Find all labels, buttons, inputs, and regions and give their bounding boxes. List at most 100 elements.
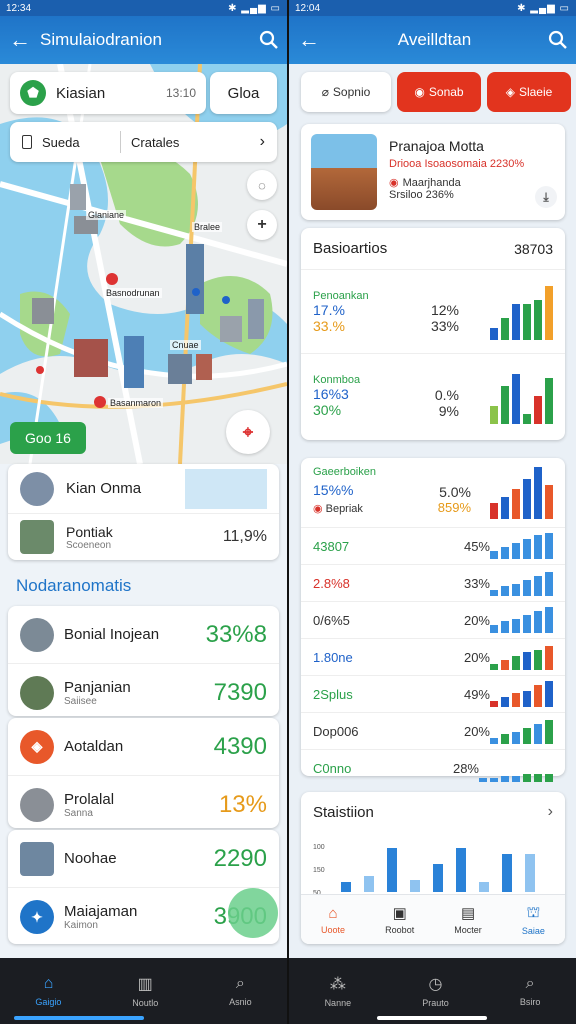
- glob-button[interactable]: Gloa: [210, 72, 277, 114]
- item-thumbnail: [20, 841, 54, 876]
- tab-search[interactable]: ⌕ Bsiro: [520, 975, 541, 1007]
- place-thumbnail: [20, 471, 54, 506]
- item-sub: Saiisee: [64, 696, 97, 707]
- filter-bar[interactable]: Sueda Cratales ›: [10, 122, 277, 162]
- metric-row[interactable]: Dop006 20%: [301, 713, 565, 750]
- tab-label: Nanne: [324, 998, 352, 1008]
- secondary-button[interactable]: ◈ Slaeie: [487, 72, 571, 112]
- card-title: Staistiion: [313, 803, 374, 821]
- compass-icon[interactable]: ◌: [247, 170, 277, 200]
- home-indicator: [377, 1016, 487, 1020]
- list-item[interactable]: ◈ Aotaldan 4390: [8, 718, 279, 776]
- record-icon: ◉: [414, 85, 425, 99]
- breakdown-head[interactable]: Gaeerboiken 15%% ◉ Bepriak 5.0% 859%: [301, 458, 565, 528]
- tab-chart[interactable]: ▥ Noutlo: [132, 974, 158, 1008]
- mini-bar-chart: [490, 368, 553, 424]
- mini-tab[interactable]: ⛫ Saiae: [522, 904, 545, 936]
- primary-button[interactable]: ◉ Sonab: [397, 72, 481, 112]
- mini-tab[interactable]: ⌂ Uoote: [321, 905, 345, 935]
- list-item[interactable]: Noohae 2290: [8, 830, 279, 888]
- metric-row[interactable]: 2.8%8 33%: [301, 565, 565, 602]
- stat-row[interactable]: Konmboa 16%3 30% 0.% 9%: [301, 354, 565, 438]
- mini-bar-chart: [490, 681, 553, 707]
- filter-right: Cratales: [131, 134, 180, 150]
- metric-label: 2Splus: [313, 686, 353, 702]
- metric-row[interactable]: C0nno 28%: [301, 750, 565, 787]
- locate-icon[interactable]: ⌖: [226, 410, 270, 454]
- item-value: 2290: [213, 844, 267, 872]
- metric-row[interactable]: 0/6%5 20%: [301, 602, 565, 639]
- right-pane: 12:04 ✱ ▂▄▆ ▭ ← Aveilldtan ⌀ Sopnio ◉ Sona…: [289, 0, 576, 1024]
- metric-row[interactable]: 1.80ne 20%: [301, 639, 565, 676]
- tab-home[interactable]: ⌂ Gaigio: [35, 975, 61, 1007]
- place-row[interactable]: Kian Onma: [8, 464, 279, 514]
- list-item[interactable]: Panjanian Saiisee 7390: [8, 664, 279, 722]
- breakdown-card: Gaeerboiken 15%% ◉ Bepriak 5.0% 859% 4380…: [301, 458, 565, 782]
- stats-card: Basioartios 38703 Penoankan 17.% 33.% 12…: [301, 228, 565, 440]
- home-icon: ⌂: [328, 904, 338, 922]
- option-button[interactable]: ⌀ Sopnio: [301, 72, 391, 112]
- location-time: 13:10: [165, 86, 196, 100]
- mini-bar-chart: [490, 570, 553, 596]
- list-item[interactable]: Bonial Inojean 33%8: [8, 606, 279, 664]
- tab-search[interactable]: ⌕ Asnio: [229, 975, 252, 1007]
- briefcase-icon: ▣: [392, 905, 407, 922]
- metric-row[interactable]: 2Splus 49%: [301, 676, 565, 713]
- card-value: 38703: [514, 240, 553, 257]
- tab-label: Saiae: [521, 925, 545, 936]
- mini-tab[interactable]: ▣ Roobot: [385, 904, 414, 935]
- go-button[interactable]: Goo 16: [10, 422, 86, 454]
- chevron-right-icon[interactable]: ›: [260, 133, 265, 151]
- back-arrow-icon[interactable]: ←: [289, 27, 329, 53]
- divider: [120, 131, 121, 153]
- chevron-right-icon[interactable]: ›: [548, 803, 553, 821]
- mini-bar-chart: [490, 718, 553, 744]
- page-title: Aveilldtan: [397, 30, 472, 49]
- place-thumbnail: [20, 520, 54, 554]
- mini-bar-chart: [479, 756, 553, 782]
- tab-people[interactable]: ⁂ Nanne: [325, 974, 352, 1008]
- poi-card[interactable]: Pranajoa Motta Driooa Isoaosomaia 2230% …: [301, 124, 565, 220]
- place-name: Kian Onma: [66, 480, 142, 497]
- status-icons: ✱ ▂▄▆ ▭: [517, 2, 570, 14]
- fab-button[interactable]: [228, 888, 278, 938]
- item-name: Prolalal: [64, 791, 115, 808]
- people-icon: ⁂: [329, 976, 346, 993]
- poi-image: [311, 134, 377, 210]
- zoom-in-icon[interactable]: +: [247, 210, 277, 240]
- item-thumbnail: [20, 788, 54, 822]
- head-pct: 5.0%: [439, 484, 471, 500]
- tab-clock[interactable]: ◷ Prauto: [422, 974, 449, 1008]
- list-item[interactable]: Prolalal Sanna 13%: [8, 776, 279, 834]
- tab-label: Prauto: [422, 998, 449, 1008]
- place-value: 11,9%: [222, 528, 267, 545]
- clock-icon: ◷: [428, 976, 443, 993]
- search-icon[interactable]: [540, 30, 576, 50]
- item-sub: Kaimon: [64, 920, 98, 931]
- stat-value: 9%: [438, 402, 459, 419]
- item-name: Panjanian: [64, 679, 131, 696]
- stat-label: Konmboa: [313, 374, 361, 386]
- download-icon[interactable]: ⤓: [535, 186, 557, 208]
- action-buttons: ⌀ Sopnio ◉ Sonab ◈ Slaeie: [301, 72, 571, 112]
- map-view[interactable]: ⬟ Kiasian 13:10 Gloa Sueda Cratales › ◌ …: [0, 64, 287, 464]
- mini-tab[interactable]: ▤ Mocter: [454, 904, 482, 935]
- place-row[interactable]: Pontiak Scoeneon 11,9%: [8, 514, 279, 560]
- metric-row[interactable]: 43807 45%: [301, 528, 565, 565]
- metric-label: C0nno: [313, 761, 352, 776]
- search-icon[interactable]: [251, 30, 287, 50]
- stat-value: 30%: [313, 402, 342, 418]
- bottom-tab-bar: ⌂ Gaigio ▥ Noutlo ⌕ Asnio: [0, 958, 287, 1024]
- map-pin-icon: ⬟: [20, 80, 46, 106]
- back-arrow-icon[interactable]: ←: [0, 27, 40, 53]
- stat-row[interactable]: Penoankan 17.% 33.% 12% 33%: [301, 270, 565, 354]
- tab-label: Noutlo: [132, 998, 159, 1008]
- status-icons: ✱ ▂▄▆ ▭: [228, 2, 281, 14]
- location-chip[interactable]: ⬟ Kiasian 13:10: [10, 72, 206, 114]
- mini-bar-chart: [490, 284, 553, 340]
- home-icon: ⌂: [43, 975, 54, 992]
- card-title: Basioartios: [313, 240, 388, 257]
- head-pct: 859%: [437, 500, 471, 515]
- metric-value: 20%: [463, 612, 490, 628]
- place-map-thumbnail: [185, 468, 267, 509]
